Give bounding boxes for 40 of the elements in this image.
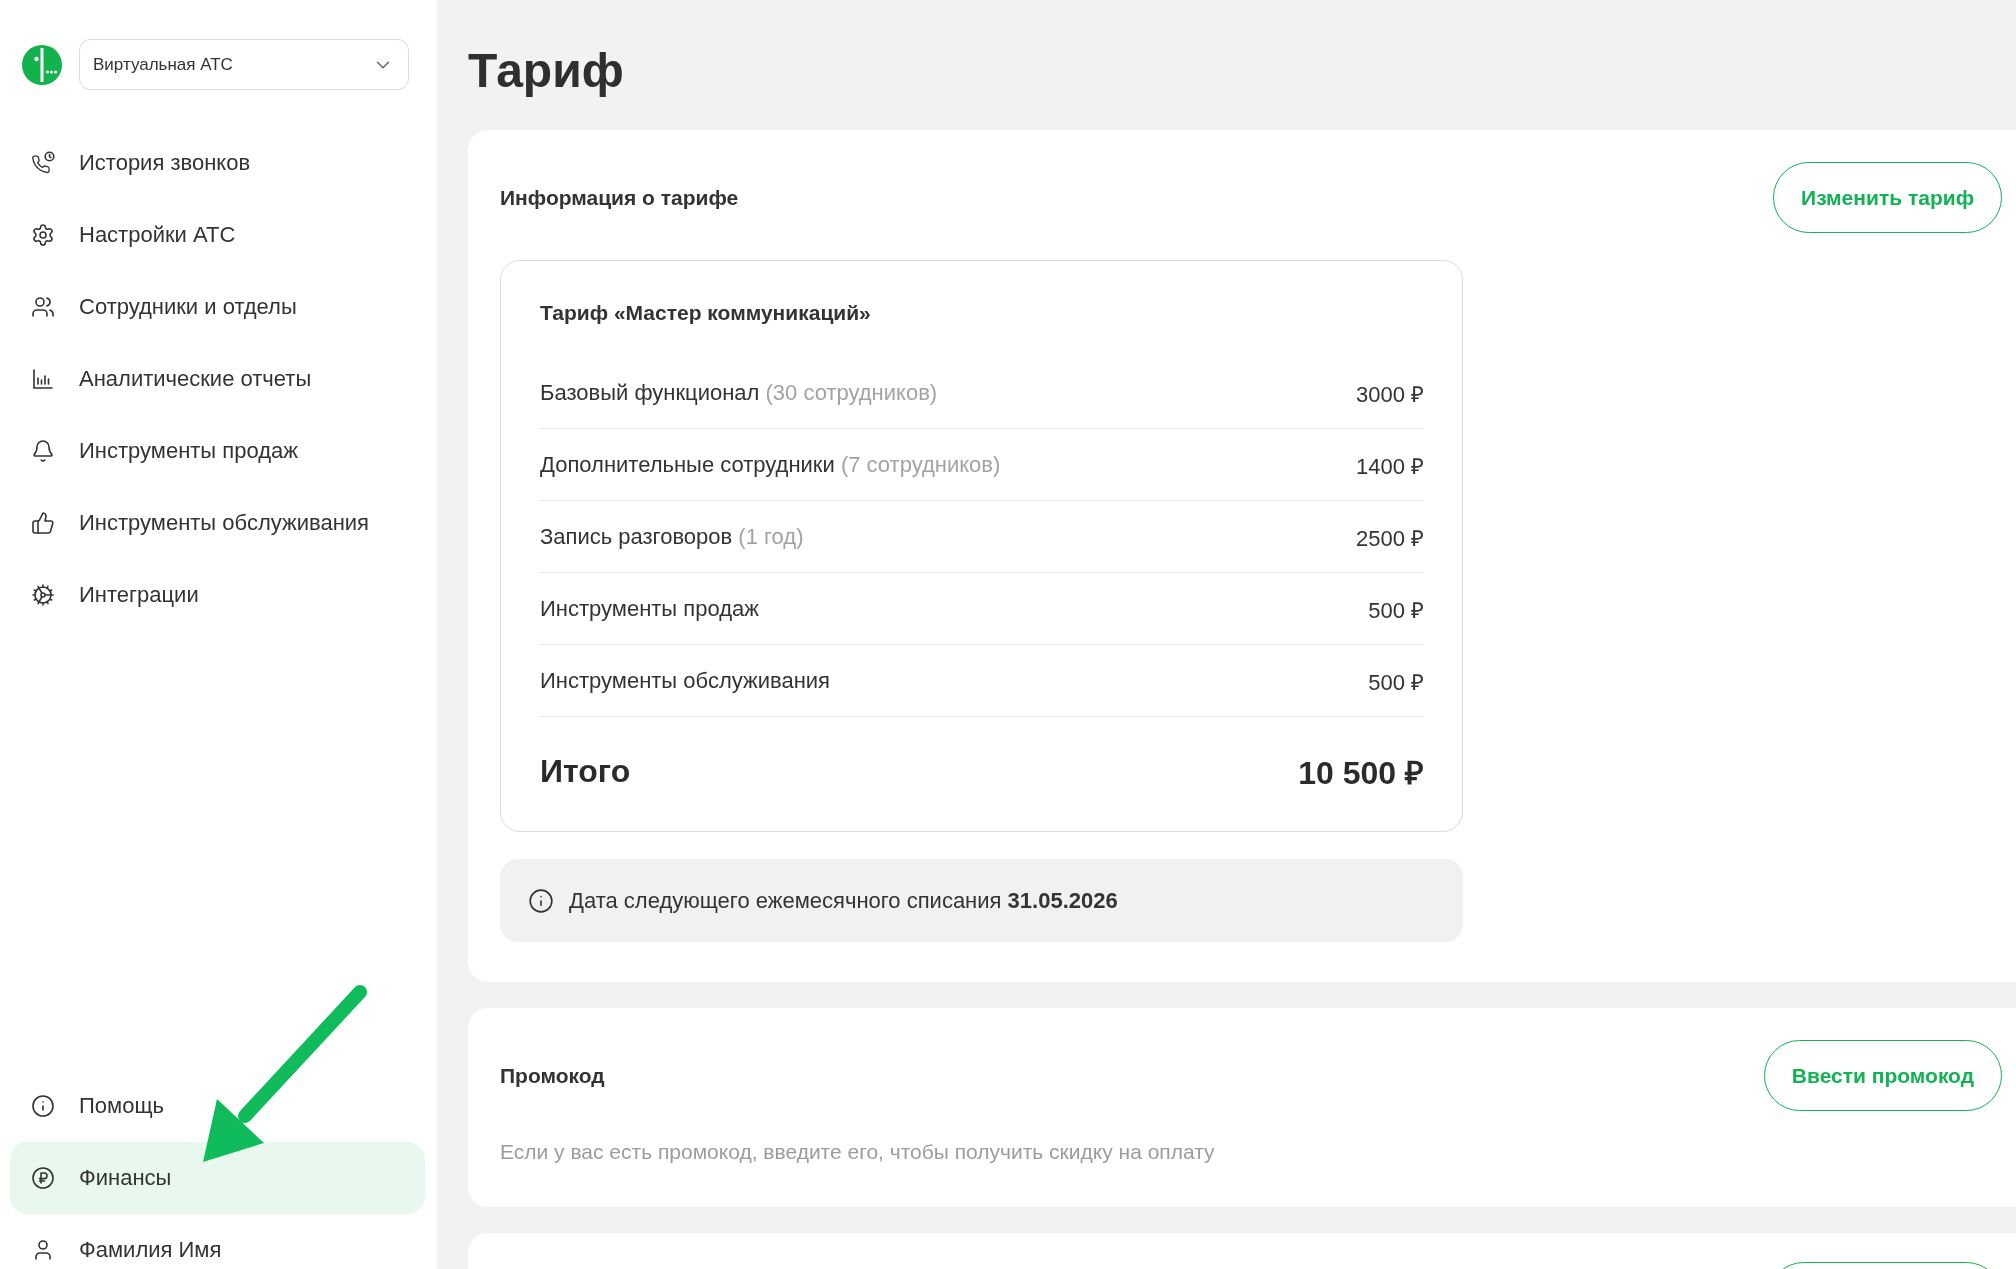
- sidebar-item[interactable]: Инструменты продаж: [10, 415, 425, 487]
- sidebar-item[interactable]: Помощь: [10, 1070, 425, 1142]
- sidebar-item[interactable]: Сотрудники и отделы: [10, 271, 425, 343]
- plan-item-price: 500 ₽: [1368, 668, 1424, 696]
- info-icon: [31, 1094, 55, 1118]
- plan-item-price: 500 ₽: [1368, 596, 1424, 624]
- promo-description: Если у вас есть промокод, введите его, чтобы получить скидку на оплату: [500, 1139, 1216, 1165]
- product-select[interactable]: Виртуальная АТС: [79, 39, 409, 90]
- sidebar-item[interactable]: Финансы: [10, 1142, 425, 1214]
- plan-item-price: 2500 ₽: [1355, 524, 1424, 552]
- card-title: Промокод: [500, 1063, 605, 1088]
- total-amount: 10 500 ₽: [1298, 753, 1424, 793]
- thumbs-up-icon: [31, 511, 55, 535]
- page-title: Тариф: [468, 43, 625, 99]
- notice-text: Дата следующего ежемесячного списания 31.05.2026: [569, 887, 1118, 914]
- sidebar-item[interactable]: Настройки АТС: [10, 199, 425, 271]
- plan-item-price: 3000 ₽: [1355, 380, 1424, 408]
- sidebar-item[interactable]: История звонков: [10, 127, 425, 199]
- sidebar-item[interactable]: Аналитические отчеты: [10, 343, 425, 415]
- plan-item-label: Инструменты обслуживания: [540, 667, 830, 694]
- card-title: Информация о тарифе: [500, 185, 739, 210]
- bell-icon: [31, 439, 55, 463]
- plan-item-label: Запись разговоров (1 год): [540, 523, 804, 550]
- cog-icon: [31, 583, 55, 607]
- sidebar-item[interactable]: Интеграции: [10, 559, 425, 631]
- plan-item-label: Инструменты продаж: [540, 595, 759, 622]
- plan-item-label: Базовый функционал (30 сотрудников): [540, 379, 938, 406]
- sidebar-item[interactable]: Фамилия Имя: [10, 1214, 425, 1269]
- brand-logo: [22, 44, 62, 85]
- info-icon: [528, 887, 554, 914]
- total-label: Итого: [540, 752, 631, 790]
- bar-chart-icon: [31, 367, 55, 391]
- phone-clock-icon: [31, 151, 55, 175]
- plan-item-label: Дополнительные сотрудники (7 сотрудников): [540, 451, 1001, 478]
- ruble-icon: [31, 1166, 55, 1190]
- plan-item-price: 1400 ₽: [1355, 452, 1424, 480]
- people-icon: [31, 295, 55, 319]
- plan-title: Тариф «Мастер коммуникаций»: [540, 300, 872, 326]
- gear-icon: [31, 223, 55, 247]
- sidebar-item[interactable]: Инструменты обслуживания: [10, 487, 425, 559]
